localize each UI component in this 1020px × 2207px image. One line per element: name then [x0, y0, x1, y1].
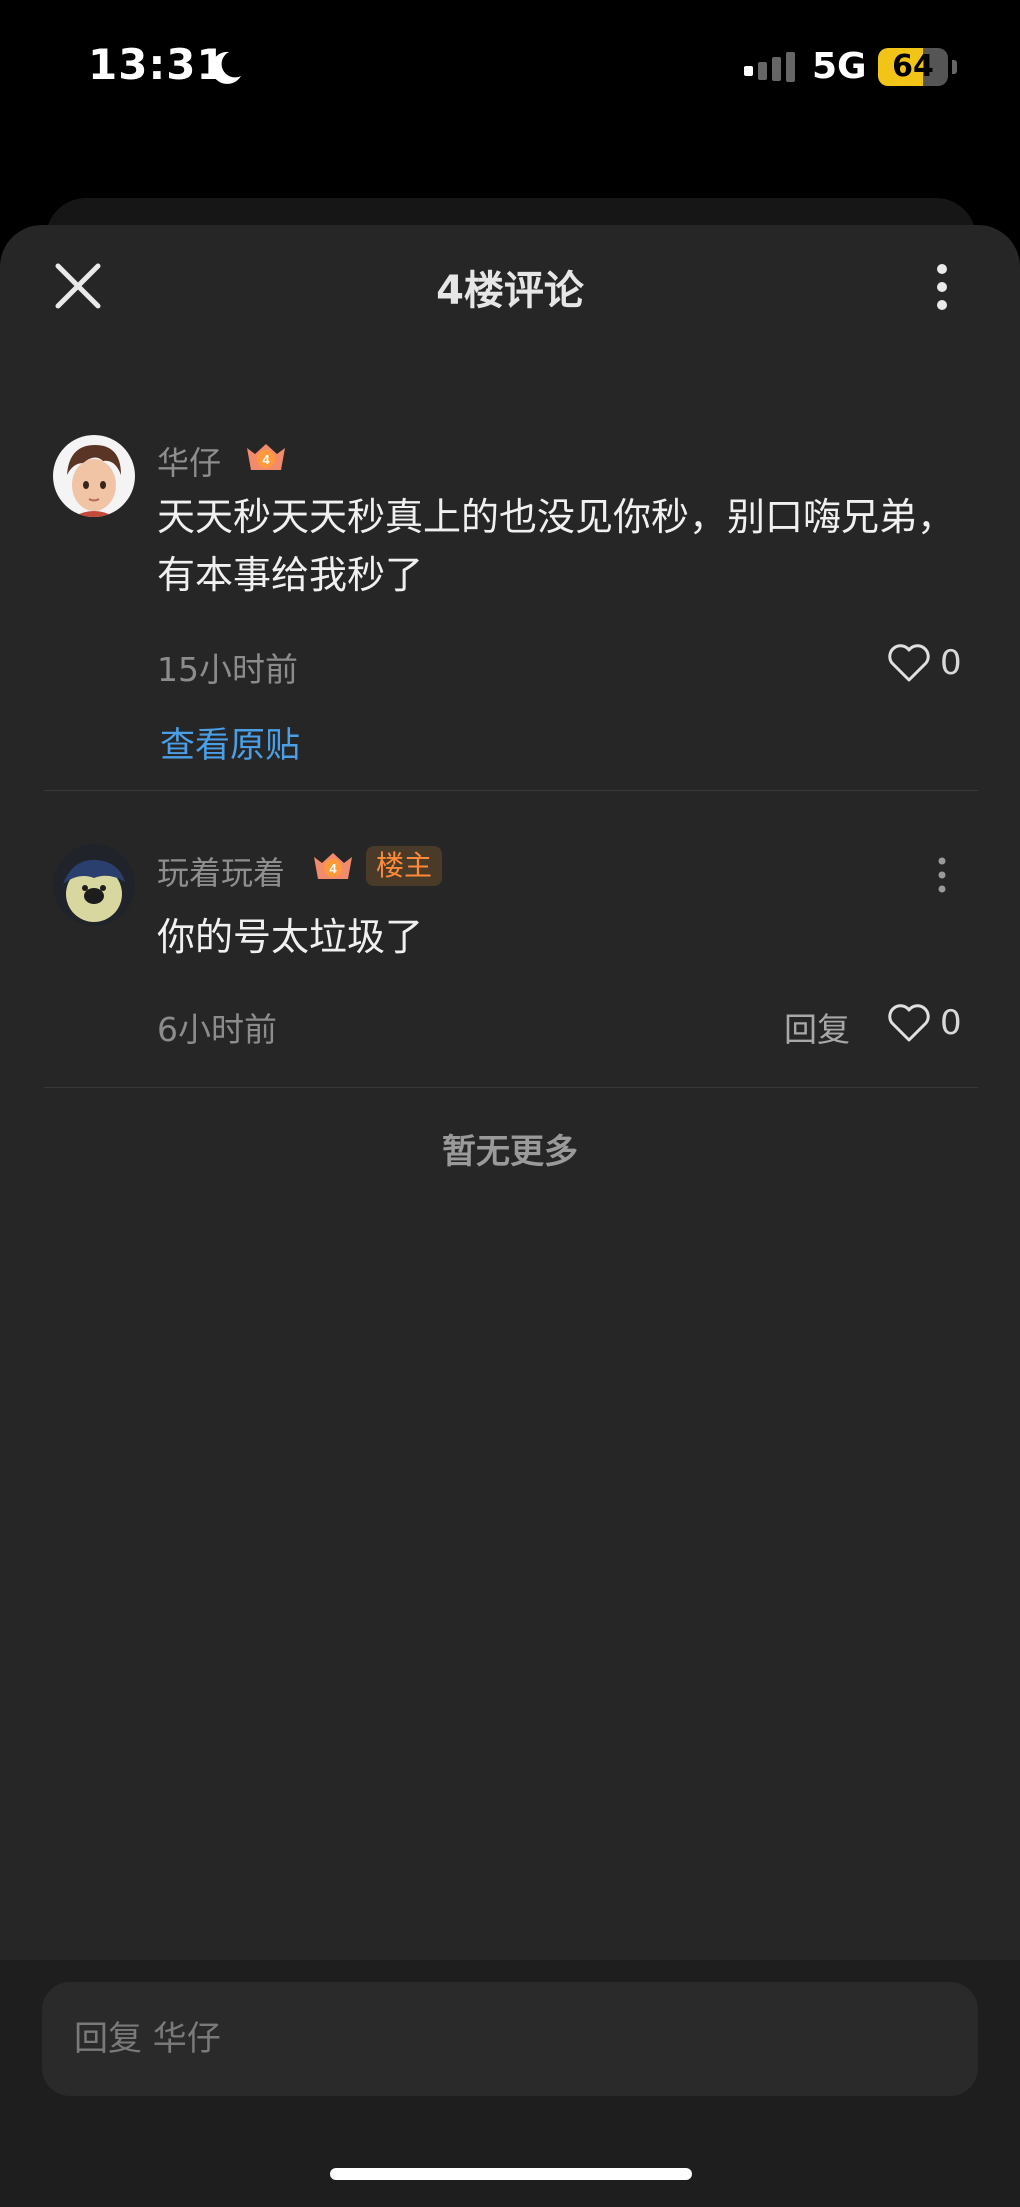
heart-icon[interactable] — [886, 1002, 932, 1044]
reply-input[interactable] — [42, 1982, 978, 2096]
level-badge-icon: 4 — [247, 444, 285, 470]
comment-time: 15小时前 — [157, 650, 298, 689]
view-original-post-link[interactable]: 查看原贴 — [160, 717, 300, 768]
comment-more-icon[interactable] — [936, 855, 948, 895]
no-more-text: 暂无更多 — [442, 1132, 578, 1172]
battery-indicator: 64 — [878, 48, 948, 86]
divider — [44, 1087, 978, 1088]
battery-tip — [952, 60, 957, 74]
level-badge-icon: 4 — [314, 853, 352, 879]
like-count: 0 — [940, 643, 962, 683]
comment-time: 6小时前 — [157, 1010, 277, 1049]
avatar[interactable] — [53, 435, 135, 517]
heart-icon[interactable] — [886, 642, 932, 684]
level-number: 4 — [262, 452, 270, 467]
comment-text: 你的号太垃圾了 — [157, 915, 424, 959]
more-options-icon[interactable] — [930, 262, 954, 312]
comment-author[interactable]: 华仔 — [157, 438, 221, 484]
battery-percent: 64 — [892, 49, 934, 84]
level-number: 4 — [329, 861, 337, 876]
moon-icon — [211, 51, 241, 84]
network-type: 5G — [812, 46, 867, 87]
like-count: 0 — [940, 1003, 962, 1043]
home-indicator — [330, 2168, 692, 2180]
sheet-title: 4楼评论 — [436, 268, 584, 314]
signal-icon — [744, 52, 795, 82]
status-bar: 13:31 5G 64 — [0, 0, 1020, 140]
reply-button[interactable]: 回复 — [784, 1003, 850, 1051]
op-badge: 楼主 — [366, 846, 443, 886]
avatar[interactable] — [53, 844, 135, 926]
comment-text: 天天秒天天秒真上的也没见你秒，别口嗨兄弟，有本事给我秒了 — [157, 495, 956, 597]
divider — [44, 790, 978, 791]
comment-author[interactable]: 玩着玩着 — [157, 848, 285, 894]
